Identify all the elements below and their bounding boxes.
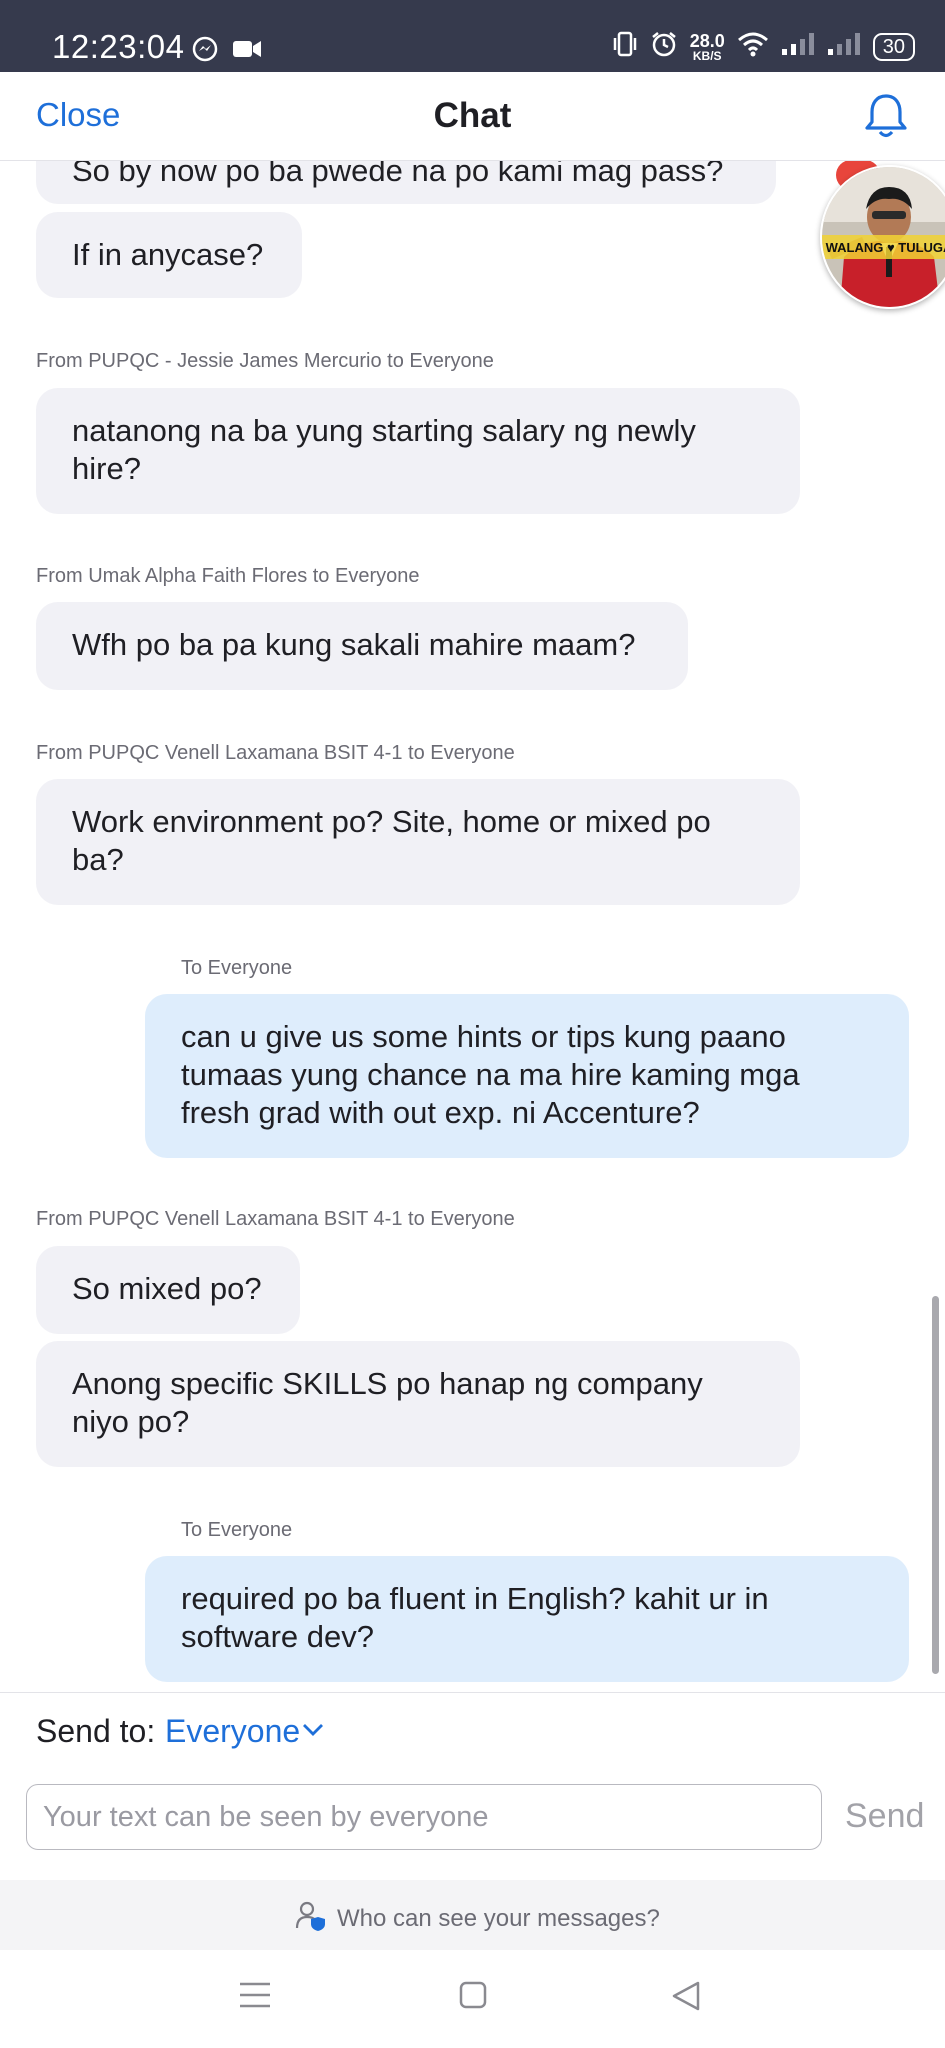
video-icon [232,39,262,64]
message-text: If in anycase? [72,237,264,272]
message-text: So mixed po? [72,1271,262,1306]
net-speed-value: 28.0 [689,30,725,51]
status-time: 12:23:04 [52,28,185,65]
alarm-icon [650,30,678,63]
send-to-selector[interactable]: Everyone [165,1713,300,1750]
message-recipient: To Everyone [181,957,293,979]
wifi-icon [737,31,769,62]
message-bubble: natanong na ba yung starting salary ng n… [36,388,800,514]
messenger-icon [192,36,218,67]
privacy-info-bar: Who can see your messages? [0,1880,945,1950]
privacy-user-icon [295,1900,327,1937]
status-bar: 12:23:04 28.0 KB/S 30 [0,0,945,72]
message-text: can u give us some hints or tips kung pa… [181,1019,800,1130]
vibrate-icon [612,30,638,63]
status-notification-icons [192,36,262,67]
message-bubble: Anong specific SKILLS po hanap ng compan… [36,1341,800,1467]
message-sender: From Umak Alpha Faith Flores to Everyone [36,565,420,587]
message-bubble: Wfh po ba pa kung sakali mahire maam? [36,602,688,690]
bell-icon[interactable] [863,92,909,140]
chat-scrollbar[interactable] [932,1296,939,1674]
send-to-label: Send to: [36,1713,156,1749]
chat-message-list[interactable]: So by now po ba pwede na po kami mag pas… [0,160,945,1692]
message-text: Wfh po ba pa kung sakali mahire maam? [72,627,636,662]
system-navigation-bar [0,1950,945,2048]
signal-icon [781,32,815,61]
back-icon[interactable] [670,1980,702,2017]
message-sender: From PUPQC Venell Laxamana BSIT 4-1 to E… [36,742,515,764]
send-to-bar: Send to: Everyone [0,1692,945,1769]
message-bubble: Work environment po? Site, home or mixed… [36,779,800,905]
message-text: natanong na ba yung starting salary ng n… [72,413,696,486]
net-speed: 28.0 KB/S [690,32,725,62]
chat-header: Close Chat [0,72,945,161]
menu-icon[interactable] [238,1980,272,2015]
send-button[interactable]: Send [845,1797,924,1836]
who-can-see-link[interactable]: Who can see your messages? [295,1900,660,1937]
message-text: Work environment po? Site, home or mixed… [72,804,711,877]
message-text: Anong specific SKILLS po hanap ng compan… [72,1366,703,1439]
net-speed-unit: KB/S [692,48,722,63]
my-message-bubble: required po ba fluent in English? kahit … [145,1556,909,1682]
my-message-bubble: can u give us some hints or tips kung pa… [145,994,909,1158]
chevron-down-icon[interactable] [302,1723,324,1742]
message-recipient: To Everyone [181,1519,293,1541]
message-sender: From PUPQC Venell Laxamana BSIT 4-1 to E… [36,1208,515,1230]
message-bubble: If in anycase? [36,212,302,298]
page-title: Chat [433,96,512,135]
message-bubble: So mixed po? [36,1246,300,1334]
battery-indicator: 30 [872,32,915,61]
message-sender: From PUPQC - Jessie James Mercurio to Ev… [36,350,494,372]
signal-icon [827,32,861,61]
status-system-icons: 28.0 KB/S 30 [612,30,915,63]
message-bubble: So by now po ba pwede na po kami mag pas… [36,160,776,204]
home-icon[interactable] [458,1980,488,2015]
avatar-overlay-text: WALANG ♥ TULUGA [826,240,945,255]
message-text: required po ba fluent in English? kahit … [181,1581,769,1654]
chat-message-input[interactable] [26,1784,822,1850]
message-text: So by now po ba pwede na po kami mag pas… [72,160,724,188]
who-can-see-text: Who can see your messages? [337,1904,660,1932]
